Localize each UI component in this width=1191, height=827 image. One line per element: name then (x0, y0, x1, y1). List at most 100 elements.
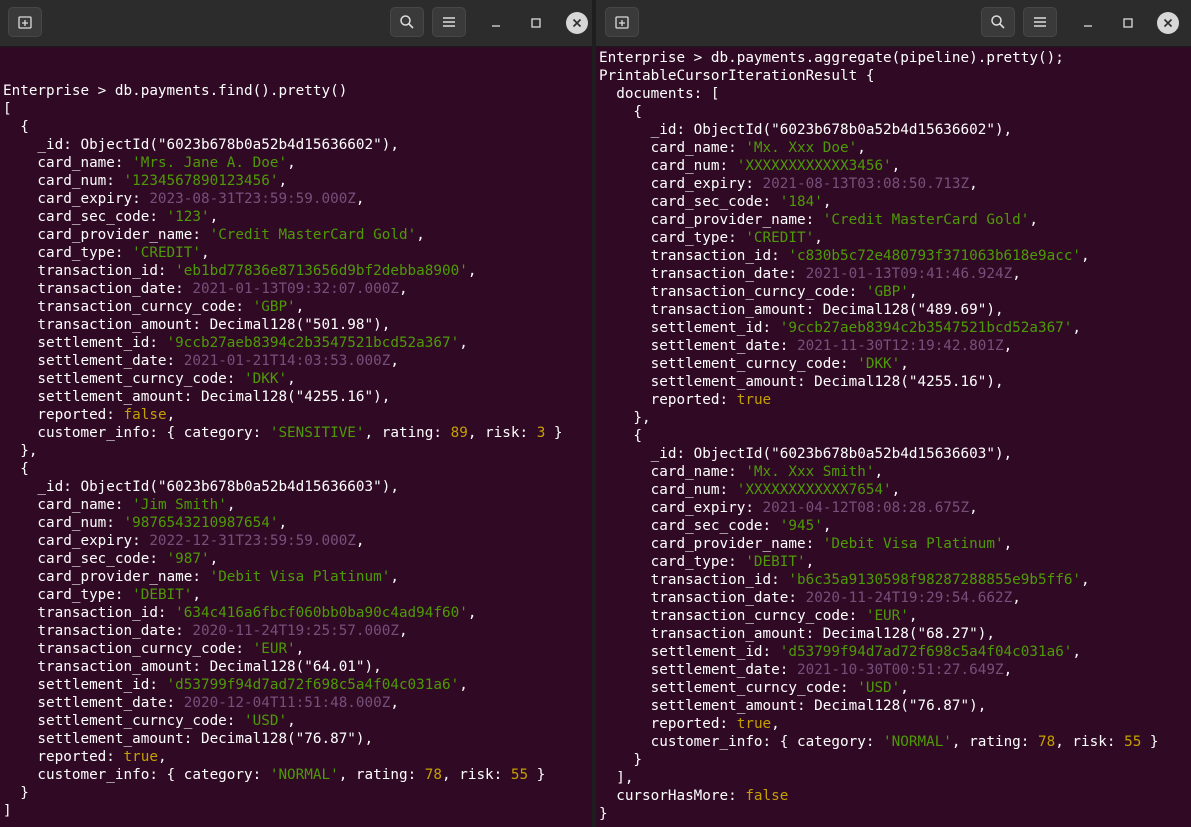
minimize-icon (1084, 25, 1092, 27)
terminal-line: card_expiry: 2021-04-12T08:08:28.675Z, (599, 499, 1191, 517)
terminal-text: , (287, 155, 296, 171)
menu-button[interactable] (432, 7, 466, 37)
terminal-text: , (209, 209, 219, 225)
search-button[interactable] (390, 7, 424, 37)
terminal-text: 2020-12-04T11:51:48.000Z (183, 695, 391, 711)
terminal-output[interactable]: Enterprise > db.payments.aggregate(pipel… (599, 49, 1191, 823)
terminal-text: 'Mx. Xxx Smith' (745, 464, 875, 480)
terminal-text: 'b6c35a9130598f98287288855e9b5ff6' (788, 572, 1082, 588)
terminal-text: card_type: (599, 554, 746, 570)
terminal-text: 'Jim Smith' (132, 497, 227, 513)
terminal-text: false (123, 407, 167, 423)
terminal-text: { (599, 104, 643, 120)
terminal-text: card_num: (599, 158, 737, 174)
terminal-output[interactable]: Enterprise > db.payments.find().pretty()… (3, 64, 592, 820)
maximize-button[interactable] (1118, 13, 1138, 33)
terminal-text: settlement_date: (599, 338, 797, 354)
terminal-text: card_name: (599, 464, 746, 480)
terminal-text: true (736, 716, 772, 732)
terminal-text: , (1072, 320, 1082, 336)
terminal-line: _id: ObjectId("6023b678b0a52b4d15636602"… (3, 136, 592, 154)
terminal-text: true (123, 749, 158, 765)
terminal-text: 'XXXXXXXXXXXX3456' (736, 158, 892, 174)
terminal-text: , (1029, 212, 1038, 228)
hamburger-menu-icon (1034, 17, 1046, 27)
terminal-line: card_num: '9876543210987654', (3, 514, 592, 532)
terminal-line: cursorHasMore: false (599, 787, 1191, 805)
close-icon (1163, 18, 1173, 28)
terminal-line: customer_info: { category: 'NORMAL', rat… (599, 733, 1191, 751)
terminal-text: , (908, 608, 918, 624)
terminal-text: card_name: (3, 155, 133, 171)
terminal-text: 'DKK' (244, 371, 288, 387)
terminal-text: , (416, 227, 425, 243)
terminal-line: settlement_id: '9ccb27aeb8394c2b3547521b… (3, 334, 592, 352)
maximize-button[interactable] (526, 13, 546, 33)
terminal-line: settlement_amount: Decimal128("76.87"), (3, 730, 592, 748)
terminal-line: customer_info: { category: 'NORMAL', rat… (3, 766, 592, 784)
terminal-text: 'Debit Visa Platinum' (822, 536, 1004, 552)
terminal-text: transaction_id: (599, 572, 789, 588)
terminal-text: card_expiry: (599, 176, 763, 192)
terminal-text: ] (3, 803, 12, 819)
terminal-text: settlement_amount: Decimal128("76.87"), (599, 698, 987, 714)
terminal-text: transaction_id: (599, 248, 789, 264)
terminal-text: 'CREDIT' (745, 230, 815, 246)
close-button[interactable] (566, 12, 588, 34)
terminal-line: settlement_curncy_code: 'USD', (3, 712, 592, 730)
terminal-text: 2021-10-30T00:51:27.649Z (796, 662, 1004, 678)
terminal-line: { (599, 427, 1191, 445)
terminal-text: 'CREDIT' (132, 245, 201, 261)
terminal-text: 2021-11-30T12:19:42.801Z (796, 338, 1004, 354)
terminal-text: card_expiry: (3, 191, 150, 207)
terminal-line: transaction_id: 'c830b5c72e480793f371063… (599, 247, 1191, 265)
new-tab-button[interactable] (605, 7, 639, 37)
terminal-text: } (545, 425, 563, 441)
terminal-text: transaction_id: (3, 263, 176, 279)
terminal-text: transaction_curncy_code: (3, 641, 253, 657)
terminal-text: '184' (779, 194, 823, 210)
new-tab-button[interactable] (8, 7, 42, 37)
terminal-line: }, (599, 409, 1191, 427)
terminal-text: , (969, 176, 978, 192)
right-terminal-window: Enterprise > db.payments.aggregate(pipel… (596, 0, 1191, 827)
terminal-text: , (459, 677, 468, 693)
terminal-line: transaction_id: 'eb1bd77836e8713656d9bf2… (3, 262, 592, 280)
terminal-text: , (1012, 590, 1021, 606)
terminal-text: 2020-11-24T19:25:57.000Z (192, 623, 399, 639)
terminal-text: , (908, 284, 918, 300)
terminal-text: settlement_amount: Decimal128("4255.16")… (599, 374, 1004, 390)
search-button[interactable] (981, 7, 1015, 37)
terminal-line: card_sec_code: '123', (3, 208, 592, 226)
terminal-text: card_name: (599, 140, 746, 156)
terminal-text: '9876543210987654' (123, 515, 279, 531)
terminal-line: card_num: 'XXXXXXXXXXXX7654', (599, 481, 1191, 499)
terminal-line: card_type: 'CREDIT', (3, 244, 592, 262)
terminal-text: , (1003, 338, 1013, 354)
terminal-text: , (814, 230, 823, 246)
terminal-line: documents: [ (599, 85, 1191, 103)
terminal-text: 'Mx. Xxx Doe' (745, 140, 858, 156)
terminal-text: , (822, 518, 832, 534)
left-terminal-window: Enterprise > db.payments.find().pretty()… (0, 0, 592, 827)
menu-button[interactable] (1023, 7, 1057, 37)
terminal-text: card_sec_code: (599, 194, 780, 210)
terminal-line: { (3, 118, 592, 136)
terminal-text: 'XXXXXXXXXXXX7654' (736, 482, 892, 498)
minimize-button[interactable] (1078, 13, 1098, 33)
terminal-text: 55 (1124, 734, 1142, 750)
terminal-text: settlement_id: (599, 644, 780, 660)
terminal-line: card_sec_code: '945', (599, 517, 1191, 535)
close-button[interactable] (1157, 12, 1179, 34)
terminal-text: 89 (450, 425, 468, 441)
terminal-line: transaction_amount: Decimal128("501.98")… (3, 316, 592, 334)
minimize-icon (492, 25, 500, 27)
terminal-text: , (891, 482, 901, 498)
terminal-line: card_expiry: 2023-08-31T23:59:59.000Z, (3, 190, 592, 208)
terminal-line: card_name: 'Mx. Xxx Smith', (599, 463, 1191, 481)
terminal-text: 'Debit Visa Platinum' (209, 569, 391, 585)
minimize-button[interactable] (486, 13, 506, 33)
terminal-text: '634c416a6fbcf060bb0ba90c4ad94f60' (175, 605, 468, 621)
terminal-text: } (599, 806, 608, 822)
